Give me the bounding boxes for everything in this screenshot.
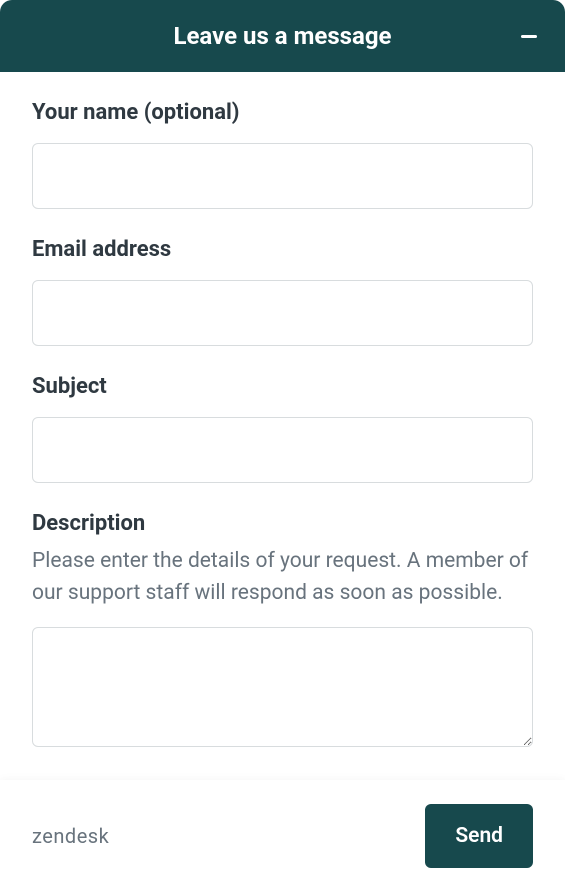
description-textarea[interactable] (32, 627, 533, 747)
description-field-group: Description Please enter the details of … (32, 511, 533, 751)
name-field-group: Your name (optional) (32, 100, 533, 209)
subject-label: Subject (32, 374, 533, 399)
minimize-icon (521, 35, 537, 38)
email-input[interactable] (32, 280, 533, 346)
brand-label: zendesk (32, 824, 109, 848)
name-input[interactable] (32, 143, 533, 209)
email-label: Email address (32, 237, 533, 262)
description-help: Please enter the details of your request… (32, 546, 533, 609)
subject-input[interactable] (32, 417, 533, 483)
email-field-group: Email address (32, 237, 533, 346)
send-button[interactable]: Send (425, 804, 533, 868)
subject-field-group: Subject (32, 374, 533, 483)
minimize-button[interactable] (517, 24, 541, 48)
widget-footer: zendesk Send (0, 780, 565, 892)
widget-header: Leave us a message (0, 0, 565, 72)
header-title: Leave us a message (173, 22, 391, 50)
name-label: Your name (optional) (32, 100, 533, 125)
form-container: Your name (optional) Email address Subje… (0, 72, 565, 780)
description-label: Description (32, 511, 533, 536)
